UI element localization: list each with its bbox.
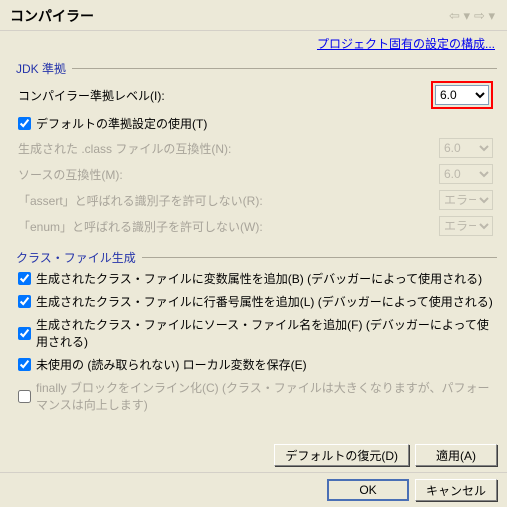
compliance-level-select[interactable]: 6.0 (435, 85, 489, 105)
inline-finally-label: finally ブロックをインライン化(C) (クラス・ファイルは大きくなります… (36, 379, 493, 413)
forward-icon: ⇨ ▾ (474, 8, 495, 24)
page-title: コンパイラー (10, 6, 94, 26)
compliance-level-label: コンパイラー準拠レベル(I): (18, 87, 427, 104)
source-compat-label: ソースの互換性(M): (18, 166, 439, 183)
class-compat-select: 6.0 (439, 138, 493, 158)
source-attr-checkbox[interactable] (18, 327, 31, 340)
unused-local-checkbox[interactable] (18, 358, 31, 371)
source-attr-label: 生成されたクラス・ファイルにソース・ファイル名を追加(F) (デバッガーによって… (36, 316, 493, 350)
apply-button[interactable]: 適用(A) (415, 444, 497, 466)
use-default-label: デフォルトの準拠設定の使用(T) (36, 115, 207, 132)
line-attr-checkbox[interactable] (18, 295, 31, 308)
ok-button[interactable]: OK (327, 479, 409, 501)
group-jdk-title: JDK 準拠 (16, 60, 66, 77)
compliance-level-highlight: 6.0 (431, 81, 493, 109)
inline-finally-checkbox[interactable] (18, 390, 31, 403)
class-compat-label: 生成された .class ファイルの互換性(N): (18, 140, 439, 157)
restore-defaults-button[interactable]: デフォルトの復元(D) (274, 444, 409, 466)
enum-id-label: 「enum」と呼ばれる識別子を許可しない(W): (18, 218, 439, 235)
project-settings-link[interactable]: プロジェクト固有の設定の構成... (317, 37, 495, 51)
divider (72, 68, 497, 69)
enum-id-select: エラー (439, 216, 493, 236)
assert-id-select: エラー (439, 190, 493, 210)
assert-id-label: 「assert」と呼ばれる識別子を許可しない(R): (18, 192, 439, 209)
line-attr-label: 生成されたクラス・ファイルに行番号属性を追加(L) (デバッガーによって使用され… (36, 293, 493, 310)
divider (142, 257, 497, 258)
unused-local-label: 未使用の (読み取られない) ローカル変数を保存(E) (36, 356, 307, 373)
use-default-checkbox[interactable] (18, 117, 31, 130)
group-classfile-title: クラス・ファイル生成 (16, 249, 136, 266)
var-attr-checkbox[interactable] (18, 272, 31, 285)
var-attr-label: 生成されたクラス・ファイルに変数属性を追加(B) (デバッガーによって使用される… (36, 270, 482, 287)
nav-arrows: ⇦ ▾ ⇨ ▾ (449, 8, 495, 24)
cancel-button[interactable]: キャンセル (415, 479, 497, 501)
source-compat-select: 6.0 (439, 164, 493, 184)
back-icon: ⇦ ▾ (449, 8, 470, 24)
